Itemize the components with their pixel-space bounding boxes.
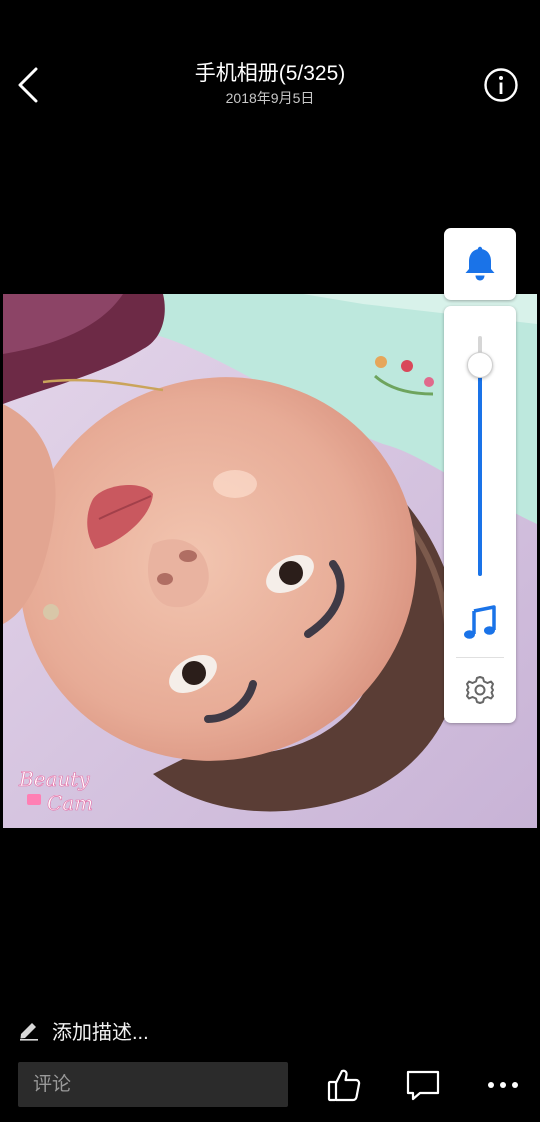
volume-level-fill bbox=[478, 364, 482, 576]
watermark-line1: Beauty bbox=[18, 767, 90, 791]
comment-input[interactable] bbox=[18, 1062, 288, 1107]
like-button[interactable] bbox=[321, 1062, 367, 1108]
gear-icon bbox=[466, 676, 494, 704]
back-button[interactable] bbox=[6, 58, 50, 112]
info-circle-icon bbox=[484, 68, 518, 102]
ringer-volume-button[interactable] bbox=[444, 228, 516, 300]
watermark-line2: Cam bbox=[47, 791, 93, 815]
chevron-left-icon bbox=[18, 67, 38, 103]
media-volume-button[interactable] bbox=[460, 602, 500, 644]
divider bbox=[456, 657, 504, 658]
more-options-button[interactable] bbox=[480, 1062, 526, 1108]
photo-date: 2018年9月5日 bbox=[225, 90, 315, 106]
more-dots-icon bbox=[488, 1082, 518, 1088]
sound-settings-button[interactable] bbox=[460, 670, 500, 710]
photo-viewer-screen: 手机相册(5/325) 2018年9月5日 Beauty Cam 添加描述...… bbox=[0, 0, 540, 1122]
comment-button[interactable] bbox=[400, 1062, 446, 1108]
header: 手机相册(5/325) 2018年9月5日 bbox=[0, 0, 540, 130]
add-description-button[interactable]: 添加描述... bbox=[18, 1012, 149, 1048]
title-block: 手机相册(5/325) 2018年9月5日 bbox=[100, 60, 440, 107]
beautycam-watermark: Beauty Cam bbox=[15, 764, 125, 818]
add-description-label: 添加描述... bbox=[52, 1021, 149, 1044]
music-note-icon bbox=[464, 605, 496, 639]
volume-panel bbox=[444, 306, 516, 723]
album-title: 手机相册(5/325) bbox=[194, 62, 346, 85]
comment-bubble-icon bbox=[406, 1070, 440, 1101]
pencil-icon bbox=[20, 1023, 38, 1041]
bell-icon bbox=[465, 246, 495, 281]
thumbs-up-icon bbox=[327, 1069, 361, 1102]
volume-slider-thumb[interactable] bbox=[467, 351, 493, 378]
info-button[interactable] bbox=[482, 66, 520, 104]
